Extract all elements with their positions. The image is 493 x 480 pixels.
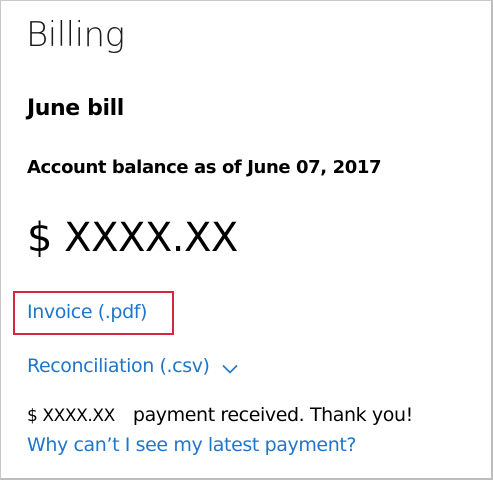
balance-amount: $ XXXX.XX [27,215,238,261]
reconciliation-csv-link[interactable]: Reconciliation (.csv) [27,353,238,379]
bill-title: June bill [27,96,124,121]
balance-label: Account balance as of June 07, 2017 [27,157,382,178]
payment-message: payment received. Thank you! [132,404,413,426]
payment-amount: $ XXXX.XX [27,406,115,426]
billing-panel: Billing June bill Account balance as of … [0,0,493,480]
latest-payment-help-link[interactable]: Why can’t I see my latest payment? [27,434,357,456]
reconciliation-link-label: Reconciliation (.csv) [27,355,210,377]
payment-status: $ XXXX.XX payment received. Thank you! [27,404,413,426]
chevron-down-icon [222,357,238,379]
invoice-pdf-link[interactable]: Invoice (.pdf) [27,301,147,323]
page-title: Billing [26,15,125,55]
